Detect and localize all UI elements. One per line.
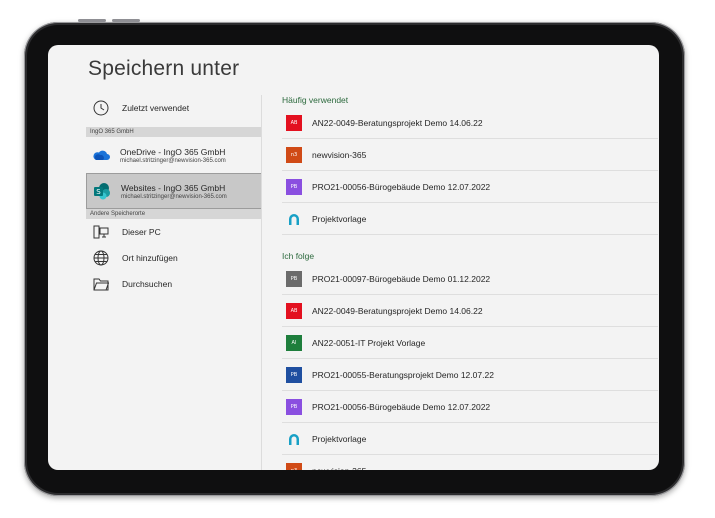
site-row[interactable]: Projektvorlage <box>282 203 658 235</box>
site-badge-icon: PB <box>286 178 302 195</box>
site-list: Häufig verwendet AB AN22-0049-Beratungspr… <box>282 93 658 470</box>
nav-this-pc[interactable]: Dieser PC <box>86 219 262 245</box>
site-name: newvision-365 <box>312 466 366 471</box>
account-onedrive-email: michael.stritzinger@newvision-365.com <box>120 157 226 164</box>
site-badge-icon: PB <box>286 270 302 287</box>
site-name: AN22-0049-Beratungsprojekt Demo 14.06.22 <box>312 305 483 316</box>
nav-add-place-label: Ort hinzufügen <box>122 253 178 263</box>
other-section-header: Andere Speicherorte <box>86 209 262 219</box>
site-badge-icon: n3 <box>286 462 302 471</box>
account-sharepoint-name: Websites - IngO 365 GmbH <box>121 182 226 193</box>
site-badge-text: AB <box>290 119 298 126</box>
site-badge-text: PB <box>290 371 298 378</box>
site-name: newvision-365 <box>312 149 367 160</box>
site-badge-icon: AI <box>286 334 302 351</box>
site-badge-icon: PB <box>286 398 302 415</box>
onedrive-icon <box>90 144 112 166</box>
svg-text:S: S <box>96 188 101 196</box>
site-name: PRO21-00055-Beratungsprojekt Demo 12.07.… <box>312 369 494 380</box>
site-row[interactable]: n3 newvision-365 <box>282 455 658 470</box>
clock-icon <box>90 97 112 119</box>
site-badge-icon: AB <box>286 302 302 319</box>
site-row[interactable]: AI AN22-0051-IT Projekt Vorlage <box>282 327 658 359</box>
panel-divider <box>261 95 262 470</box>
account-sharepoint-email: michael.stritzinger@newvision-365.com <box>121 193 227 200</box>
site-name: PRO21-00056-Bürogebäude Demo 12.07.2022 <box>312 401 491 412</box>
site-row[interactable]: AB AN22-0049-Beratungsprojekt Demo 14.06.… <box>282 107 658 139</box>
nav-recent-label: Zuletzt verwendet <box>122 103 190 113</box>
screen: Speichern unter Zuletzt verwendet IngO 3… <box>48 45 659 470</box>
site-name: PRO21-00056-Bürogebäude Demo 12.07.2022 <box>312 181 491 192</box>
nav-this-pc-label: Dieser PC <box>122 227 161 237</box>
site-row[interactable]: Projektvorlage <box>282 423 658 455</box>
site-badge-text: AB <box>290 307 298 314</box>
following-title: Ich folge <box>282 251 315 261</box>
site-row[interactable]: PB PRO21-00056-Bürogebäude Demo 12.07.202… <box>282 171 658 203</box>
frequently-used-title: Häufig verwendet <box>282 95 349 105</box>
site-badge-text: PB <box>290 275 298 282</box>
site-badge-icon: AB <box>286 114 302 131</box>
location-nav: Zuletzt verwendet IngO 365 GmbH OneDrive… <box>86 95 262 297</box>
site-badge-text: PB <box>290 183 298 190</box>
nav-browse[interactable]: Durchsuchen <box>86 271 262 297</box>
pc-icon <box>90 221 112 243</box>
globe-icon <box>90 247 112 269</box>
site-row[interactable]: AB AN22-0049-Beratungsprojekt Demo 14.06.… <box>282 295 658 327</box>
template-site-icon <box>286 211 302 227</box>
volume-up-button <box>78 19 106 22</box>
nav-recent[interactable]: Zuletzt verwendet <box>86 95 262 121</box>
volume-down-button <box>112 19 140 22</box>
nav-browse-label: Durchsuchen <box>122 279 173 289</box>
folder-icon <box>90 273 112 295</box>
site-name: PRO21-00097-Bürogebäude Demo 01.12.2022 <box>312 273 491 284</box>
page-title: Speichern unter <box>88 57 240 80</box>
nav-add-place[interactable]: Ort hinzufügen <box>86 245 262 271</box>
sharepoint-icon: S <box>91 180 113 202</box>
site-name: AN22-0049-Beratungsprojekt Demo 14.06.22 <box>312 117 483 128</box>
frequently-used-list: AB AN22-0049-Beratungsprojekt Demo 14.06.… <box>282 107 658 235</box>
following-list: PB PRO21-00097-Bürogebäude Demo 01.12.202… <box>282 263 658 470</box>
org-section-header: IngO 365 GmbH <box>86 127 262 137</box>
account-onedrive[interactable]: OneDrive - IngO 365 GmbH michael.stritzi… <box>86 137 262 173</box>
site-badge-text: n3 <box>290 151 298 158</box>
site-badge-text: PB <box>290 403 298 410</box>
site-badge-icon: n3 <box>286 146 302 163</box>
site-badge-icon: PB <box>286 366 302 383</box>
site-row[interactable]: PB PRO21-00055-Beratungsprojekt Demo 12.0… <box>282 359 658 391</box>
template-site-icon <box>286 431 302 447</box>
site-row[interactable]: PB PRO21-00097-Bürogebäude Demo 01.12.202… <box>282 263 658 295</box>
site-row[interactable]: PB PRO21-00056-Bürogebäude Demo 12.07.202… <box>282 391 658 423</box>
site-name: AN22-0051-IT Projekt Vorlage <box>312 337 426 348</box>
account-onedrive-name: OneDrive - IngO 365 GmbH <box>120 146 226 157</box>
account-sharepoint[interactable]: S Websites - IngO 365 GmbH michael.strit… <box>86 173 262 209</box>
site-badge-text: n3 <box>291 468 297 471</box>
site-row[interactable]: n3 newvision-365 <box>282 139 658 171</box>
site-name: Projektvorlage <box>312 213 367 224</box>
site-name: Projektvorlage <box>312 433 367 444</box>
site-badge-text: AI <box>291 339 297 346</box>
